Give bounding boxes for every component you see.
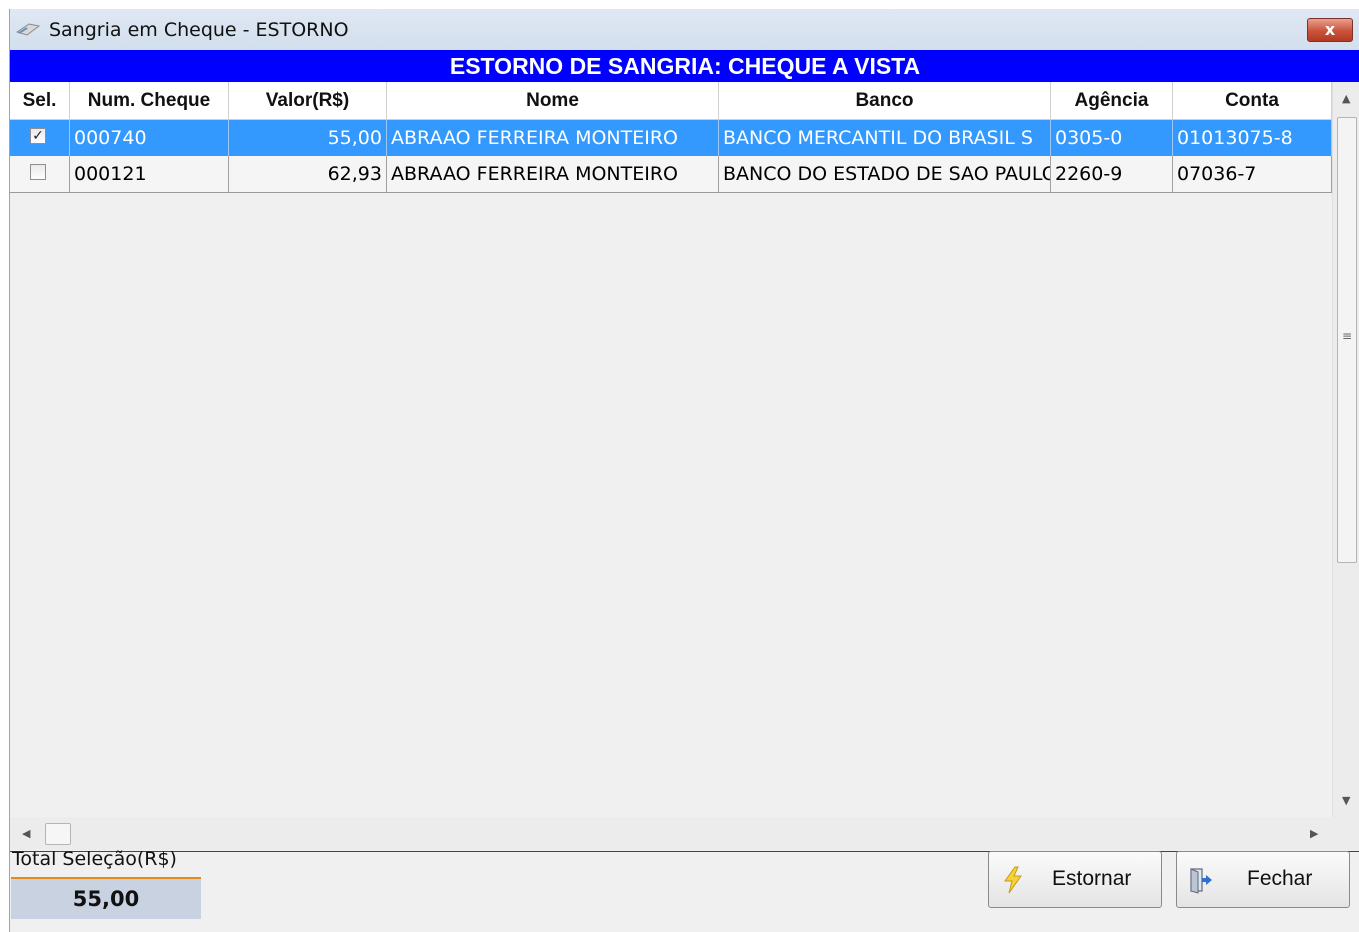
cell-agencia: 2260-9 xyxy=(1051,156,1173,192)
col-header-valor[interactable]: Valor(R$) xyxy=(229,82,387,119)
row-checkbox[interactable]: ✓ xyxy=(30,128,46,144)
lightning-icon xyxy=(1004,866,1022,894)
cell-num-cheque: 000121 xyxy=(70,156,229,192)
estornar-label: Estornar xyxy=(1052,867,1132,890)
table-row[interactable]: ✓ 000740 55,00 ABRAAO FERREIRA MONTEIRO … xyxy=(10,120,1332,156)
fechar-label: Fechar xyxy=(1247,867,1313,890)
total-value: 55,00 xyxy=(11,879,201,919)
fechar-button[interactable]: Fechar xyxy=(1176,851,1350,908)
title-bar[interactable]: Sangria em Cheque - ESTORNO x xyxy=(10,9,1359,50)
col-header-num-cheque[interactable]: Num. Cheque xyxy=(70,82,229,119)
grid-header: Sel. Num. Cheque Valor(R$) Nome Banco Ag… xyxy=(10,82,1332,120)
cell-nome: ABRAAO FERREIRA MONTEIRO xyxy=(387,156,719,192)
scroll-up-icon[interactable]: ▲ xyxy=(1342,92,1350,105)
horizontal-scrollbar[interactable]: ◀ ▶ xyxy=(10,817,1332,850)
cheque-icon xyxy=(15,23,41,36)
total-label: Total Seleção(R$) xyxy=(12,848,177,870)
vertical-scrollbar[interactable]: ▲ ≡ ▼ xyxy=(1332,82,1359,817)
col-header-nome[interactable]: Nome xyxy=(387,82,719,119)
scroll-right-icon[interactable]: ▶ xyxy=(1310,827,1318,840)
window-title: Sangria em Cheque - ESTORNO xyxy=(49,19,349,41)
vertical-scroll-thumb[interactable]: ≡ xyxy=(1337,117,1357,563)
cell-nome: ABRAAO FERREIRA MONTEIRO xyxy=(387,120,719,156)
cell-num-cheque: 000740 xyxy=(70,120,229,156)
cell-agencia: 0305-0 xyxy=(1051,120,1173,156)
col-header-sel[interactable]: Sel. xyxy=(10,82,70,119)
col-header-conta[interactable]: Conta xyxy=(1173,82,1332,119)
estornar-button[interactable]: Estornar xyxy=(988,851,1162,908)
scroll-down-icon[interactable]: ▼ xyxy=(1342,794,1350,807)
horizontal-scroll-thumb[interactable] xyxy=(45,823,71,845)
dialog-window: Sangria em Cheque - ESTORNO x ESTORNO DE… xyxy=(9,9,1359,932)
cell-valor: 55,00 xyxy=(229,120,387,156)
cheque-grid: Sel. Num. Cheque Valor(R$) Nome Banco Ag… xyxy=(10,82,1359,852)
close-button[interactable]: x xyxy=(1307,18,1353,42)
grip-icon: ≡ xyxy=(1342,329,1353,343)
scroll-corner xyxy=(1332,817,1359,850)
cell-valor: 62,93 xyxy=(229,156,387,192)
row-checkbox[interactable] xyxy=(30,164,46,180)
exit-door-icon xyxy=(1190,868,1212,894)
col-header-banco[interactable]: Banco xyxy=(719,82,1051,119)
cell-conta: 07036-7 xyxy=(1173,156,1332,192)
scroll-left-icon[interactable]: ◀ xyxy=(22,827,30,840)
table-row[interactable]: 000121 62,93 ABRAAO FERREIRA MONTEIRO BA… xyxy=(10,156,1332,193)
cell-banco: BANCO DO ESTADO DE SAO PAULO xyxy=(719,156,1051,192)
cell-conta: 01013075-8 xyxy=(1173,120,1332,156)
banner-title: ESTORNO DE SANGRIA: CHEQUE A VISTA xyxy=(10,50,1359,82)
col-header-agencia[interactable]: Agência xyxy=(1051,82,1173,119)
cell-banco: BANCO MERCANTIL DO BRASIL S xyxy=(719,120,1051,156)
